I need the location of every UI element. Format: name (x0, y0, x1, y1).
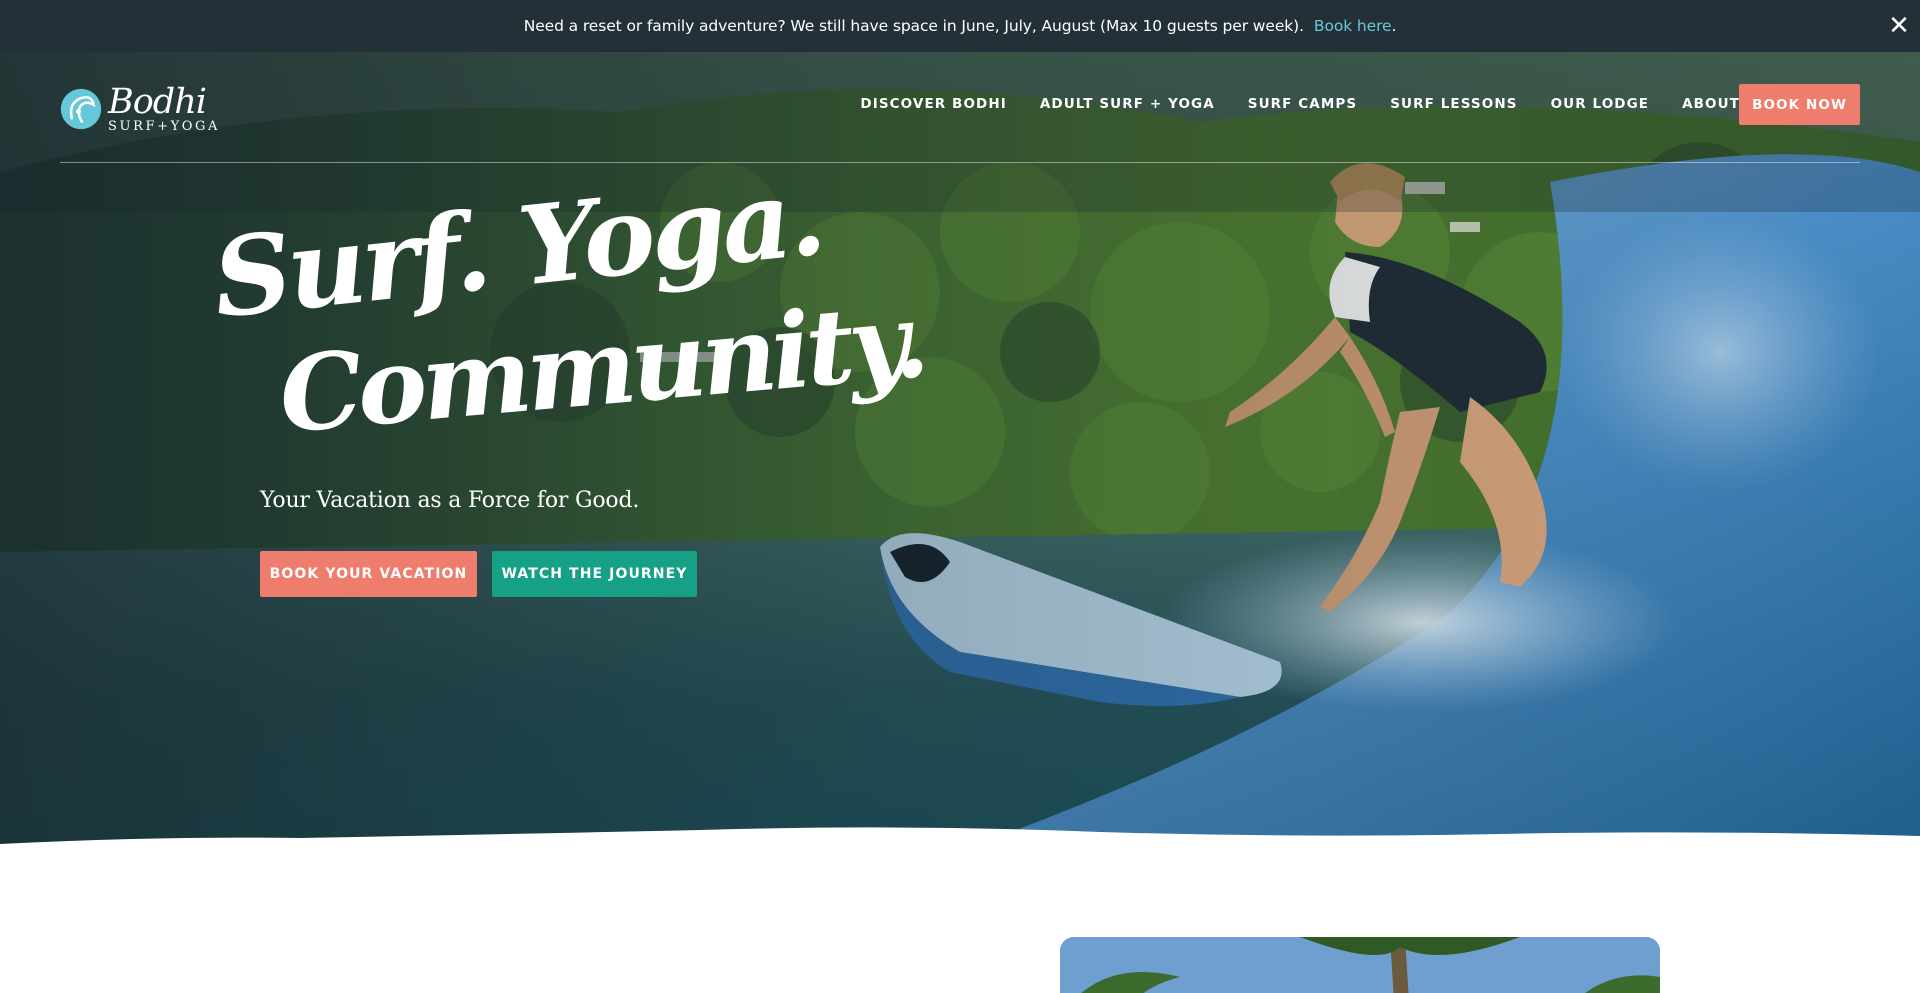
close-icon[interactable]: ✕ (1884, 11, 1914, 41)
logo-subtitle: SURF+YOGA (108, 118, 220, 134)
logo-name: Bodhi (108, 81, 207, 122)
nav-adult-surf-yoga[interactable]: ADULT SURF + YOGA (1040, 96, 1215, 112)
palm-trees-image (1060, 937, 1660, 993)
nav-surf-camps[interactable]: SURF CAMPS (1248, 96, 1357, 112)
nav-our-lodge[interactable]: OUR LODGE (1551, 96, 1650, 112)
nav-surf-lessons[interactable]: SURF LESSONS (1390, 96, 1517, 112)
lodge-preview-image (1060, 937, 1660, 993)
announcement-period: . (1391, 17, 1397, 35)
wave-divider (0, 827, 1920, 880)
hero-headline: Surf. Yoga. Community. (207, 154, 928, 475)
hero-tagline: Your Vacation as a Force for Good. (260, 488, 640, 513)
watch-journey-button[interactable]: WATCH THE JOURNEY (492, 551, 697, 597)
site-header: Bodhi SURF+YOGA DISCOVER BODHI ADULT SUR… (0, 52, 1920, 164)
main-nav: DISCOVER BODHI ADULT SURF + YOGA SURF CA… (860, 94, 1740, 114)
announcement-book-link[interactable]: Book here (1314, 17, 1392, 35)
announcement-bar: Need a reset or family adventure? We sti… (0, 0, 1920, 52)
book-now-button[interactable]: BOOK NOW (1739, 84, 1860, 125)
nav-about[interactable]: ABOUT (1682, 96, 1740, 112)
announcement-text: Need a reset or family adventure? We sti… (523, 17, 1304, 35)
nav-discover-bodhi[interactable]: DISCOVER BODHI (860, 96, 1006, 112)
book-vacation-button[interactable]: BOOK YOUR VACATION (260, 551, 477, 597)
announcement-message: Need a reset or family adventure? We sti… (524, 17, 1397, 35)
bodhi-wave-logo-icon (60, 88, 102, 130)
logo-wordmark: Bodhi SURF+YOGA (108, 81, 220, 134)
header-divider (60, 162, 1860, 163)
bodhi-logo[interactable]: Bodhi SURF+YOGA (60, 82, 220, 136)
